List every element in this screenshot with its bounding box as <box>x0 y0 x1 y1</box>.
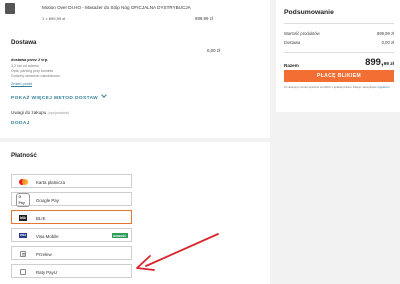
payment-option-label: Karta płatnicza <box>36 179 66 185</box>
change-pickup-point-link[interactable]: Zmień punkt <box>11 82 32 86</box>
total-label: Razem <box>284 63 299 68</box>
payment-option-label: Visa Mobile <box>36 233 59 239</box>
payment-option-visa-mobile[interactable]: VISA Visa Mobile NOWOŚĆ <box>11 228 132 242</box>
payment-option-label: Przelew <box>36 251 52 257</box>
legal-notice: W następnym kroku wpiszesz kod BLIK z ap… <box>284 86 398 90</box>
blik-icon: blik <box>16 214 30 221</box>
total-cents: 99 zł <box>383 62 394 67</box>
order-notes-text: Uwagi do zakupu <box>11 110 47 115</box>
legal-text: W następnym kroku wpiszesz kod BLIK z ap… <box>284 86 377 89</box>
visa-mobile-icon: VISA <box>16 232 30 239</box>
google-pay-logo-text: G Pay <box>16 192 30 207</box>
delivery-info-line: Godziny otwarcia: całodobowo <box>11 74 60 78</box>
new-badge: NOWOŚĆ <box>111 233 128 239</box>
payment-option-payu-installments[interactable]: Raty PayU <box>11 264 132 278</box>
payment-option-google-pay[interactable]: G Pay Google Pay <box>11 192 132 207</box>
product-quantity: 1 × 899,99 zł <box>42 16 66 21</box>
show-more-delivery-label: POKAŻ WIĘCEJ METOD DOSTAW <box>11 96 99 101</box>
delivery-price: 0,00 zł <box>207 48 220 53</box>
summary-delivery-value: 0,00 zł <box>381 40 394 45</box>
total-main: 899, <box>365 57 384 68</box>
product-price: 899,99 zł <box>195 16 213 21</box>
payment-option-label: Google Pay <box>36 197 59 203</box>
divider <box>284 23 394 24</box>
summary-delivery-row: Dostawa 0,00 zł <box>284 40 394 45</box>
delivery-info-line: Opis: parking przy kominie <box>11 69 54 73</box>
order-notes-optional: (opcjonalnie) <box>47 111 70 115</box>
delivery-title: Dostawa <box>11 39 37 46</box>
payment-option-label: BLIK <box>36 215 46 221</box>
terms-link[interactable]: regulamin <box>378 86 390 89</box>
summary-products-row: Wartość produktów 899,99 zł <box>284 31 394 36</box>
summary-products-label: Wartość produktów <box>284 31 320 36</box>
summary-products-value: 899,99 zł <box>377 31 394 36</box>
summary-title: Podsumowanie <box>284 9 334 16</box>
divider <box>284 52 394 53</box>
product-thumbnail <box>5 3 15 14</box>
chevron-down-icon <box>101 92 107 98</box>
order-summary-panel: Podsumowanie Wartość produktów 899,99 zł… <box>276 0 400 112</box>
delivery-info-line: 3,2 km od adresu <box>11 64 39 68</box>
add-notes-button[interactable]: DODAJ <box>11 121 30 126</box>
cart-and-delivery-card: Motion Over Dr.HO - Masażer do Stóp Nóg … <box>0 0 270 138</box>
bank-transfer-icon <box>16 250 30 257</box>
blik-logo-text: blik <box>19 214 27 221</box>
payment-option-bank-transfer[interactable]: Przelew <box>11 246 132 260</box>
delivery-method-name: dostawa przez 2 vrp. <box>11 58 49 62</box>
mastercard-icon <box>16 178 30 185</box>
payment-option-label: Raty PayU <box>36 269 57 275</box>
order-notes-label: Uwagi do zakupu (opcjonalnie) <box>11 110 69 115</box>
show-more-delivery-methods-button[interactable]: POKAŻ WIĘCEJ METOD DOSTAW <box>11 92 107 101</box>
summary-delivery-label: Dostawa <box>284 40 301 45</box>
product-name: Motion Over Dr.HO - Masażer do Stóp Nóg … <box>42 5 191 10</box>
payment-option-card[interactable]: Karta płatnicza <box>11 174 132 188</box>
google-pay-icon: G Pay <box>16 192 30 207</box>
visa-logo-text: VISA <box>18 233 28 238</box>
payment-option-blik[interactable]: blik BLIK <box>11 210 132 224</box>
payu-installments-icon <box>16 268 30 275</box>
payment-title: Płatność <box>11 152 37 159</box>
total-value: 899,99 zł <box>365 57 394 68</box>
pay-with-blik-button[interactable]: PŁACĘ BLIKIEM <box>284 70 394 82</box>
